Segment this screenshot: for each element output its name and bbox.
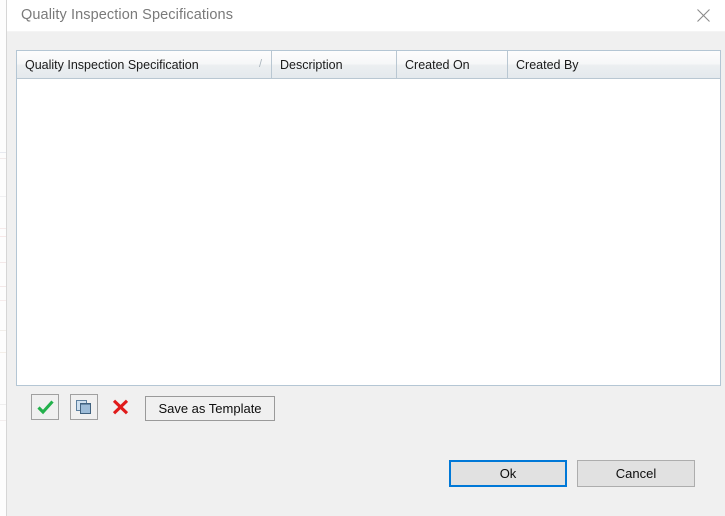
column-header-specification[interactable]: Quality Inspection Specification / [17, 51, 272, 78]
close-icon[interactable] [680, 0, 725, 31]
save-as-template-button[interactable]: Save as Template [145, 396, 275, 421]
checkmark-icon[interactable] [31, 394, 59, 420]
red-x-icon[interactable] [106, 394, 134, 420]
grid-toolbar: Save as Template [7, 394, 725, 424]
copy-icon[interactable] [70, 394, 98, 420]
specifications-grid[interactable]: Quality Inspection Specification / Descr… [16, 50, 721, 386]
column-header-created-by[interactable]: Created By [508, 51, 720, 78]
column-header-description[interactable]: Description [272, 51, 397, 78]
cancel-button[interactable]: Cancel [577, 460, 695, 487]
column-header-label: Created On [405, 57, 470, 72]
dialog-footer: Ok Cancel [7, 460, 725, 516]
dialog-titlebar: Quality Inspection Specifications [7, 0, 725, 32]
column-header-created-on[interactable]: Created On [397, 51, 508, 78]
grid-header-row: Quality Inspection Specification / Descr… [17, 51, 720, 79]
dialog-title: Quality Inspection Specifications [21, 7, 234, 23]
titlebar-divider [7, 31, 725, 32]
sort-ascending-icon: / [258, 58, 262, 70]
grid-body-empty[interactable] [17, 79, 720, 385]
quality-inspection-specifications-dialog: Quality Inspection Specifications Qualit… [6, 0, 725, 516]
ok-button[interactable]: Ok [449, 460, 567, 487]
column-header-label: Quality Inspection Specification [25, 57, 199, 72]
column-header-label: Created By [516, 57, 579, 72]
column-header-label: Description [280, 57, 343, 72]
